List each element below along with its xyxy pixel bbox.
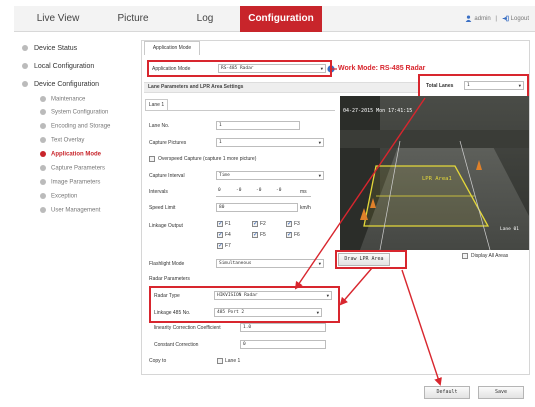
arrow-draw-to-radar [339, 267, 373, 306]
annotation-arrows [294, 68, 442, 386]
arrow-lanes-to-radar [294, 97, 426, 290]
arrow-draw-to-default [401, 269, 442, 386]
